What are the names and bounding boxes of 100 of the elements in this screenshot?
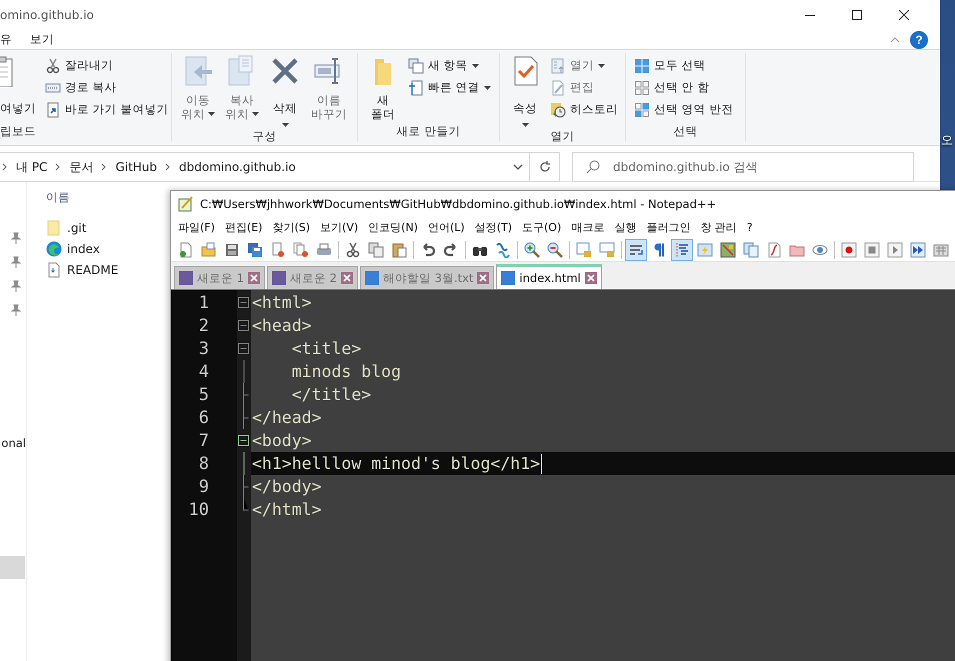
code-line: <html> (251, 293, 312, 312)
minimize-icon (804, 14, 814, 16)
menu-item[interactable]: 보기(V) (315, 220, 364, 235)
pin-icon[interactable] (11, 280, 21, 292)
tab-close-button[interactable] (340, 272, 353, 284)
file-name[interactable]: README (67, 262, 118, 276)
word-wrap-button[interactable] (625, 238, 647, 260)
indent-guide-icon (674, 242, 690, 258)
menu-item[interactable]: 매크로 (566, 220, 610, 235)
play-icon (887, 242, 903, 258)
line-number: 8 (198, 454, 210, 474)
ribbon-button[interactable]: 바로 가기 붙여넣기 (43, 99, 170, 120)
search-icon (586, 160, 600, 174)
breadcrumb-item[interactable]: 내 PC (16, 158, 48, 176)
ribbon-group-label: 새로 만들기 (396, 124, 460, 139)
collapse-ribbon-icon[interactable] (890, 36, 900, 42)
close-files-icon (293, 242, 309, 258)
ribbon-button[interactable]: 모두 선택 (632, 55, 736, 76)
pin-icon[interactable] (11, 232, 21, 244)
nav-item[interactable]: onal (1, 436, 26, 450)
tab-close-button[interactable] (584, 272, 597, 284)
menu-item[interactable]: 플러그인 (641, 220, 696, 235)
menu-item[interactable]: 설정(T) (470, 220, 517, 235)
file-name[interactable]: .git (67, 220, 86, 234)
help-button[interactable]: ? (910, 30, 928, 48)
printer-icon (316, 242, 332, 258)
fast-forward-icon (910, 242, 926, 258)
file-tab[interactable]: index.html (496, 264, 602, 289)
zoom-out-icon (547, 242, 563, 258)
maximize-icon (852, 10, 862, 20)
ribbon-button[interactable]: 새 항목 (406, 55, 493, 76)
fold-toggle-icon[interactable] (238, 343, 249, 354)
ribbon-group-label: 립보드 (0, 124, 36, 139)
close-icon (898, 10, 908, 20)
chevron-icon (101, 163, 108, 171)
tab-close-button[interactable] (248, 272, 260, 284)
window-title: omino.github.io (0, 8, 95, 22)
menu-item[interactable]: 찾기(S) (267, 220, 316, 235)
fold-toggle-icon[interactable] (238, 320, 249, 331)
ribbon-button[interactable]: 빠른 연결 (406, 77, 493, 98)
line-number: 9 (198, 476, 210, 496)
code-line: </html> (251, 500, 322, 519)
ribbon-button[interactable]: 잘라내기 (43, 55, 170, 76)
menu-item[interactable]: 인코딩(N) (363, 220, 423, 235)
column-header[interactable]: 이름 (46, 190, 118, 205)
ribbon-button[interactable]: 선택 안 함 (632, 77, 736, 98)
desktop-icon-label[interactable]: 오 (941, 132, 953, 149)
menu-item[interactable]: 언어(L) (422, 220, 470, 235)
fold-toggle-icon[interactable] (238, 435, 249, 446)
folder-icon (46, 220, 62, 236)
menu-item[interactable]: 실행 (609, 220, 642, 235)
menu-item[interactable]: 파일(F) (173, 220, 220, 235)
indent-guide-button[interactable] (671, 238, 693, 260)
ribbon-tab[interactable]: 유 (0, 32, 12, 47)
grid-icon (634, 58, 650, 74)
edit-page-icon (550, 80, 566, 96)
menu-item[interactable]: 창 관리 (695, 220, 742, 235)
close-icon (250, 274, 258, 282)
lock-window-icon (576, 242, 592, 258)
address-bar[interactable]: 내 PC 문서 GitHub dbdomino.github.io (0, 152, 530, 182)
ribbon-button[interactable]: 삭제 (266, 53, 304, 129)
ribbon-button[interactable]: 히스토리 (548, 99, 620, 120)
empty-grid-icon (634, 80, 650, 96)
new-file-icon (178, 242, 194, 258)
breadcrumb-item[interactable]: dbdomino.github.io (179, 160, 296, 174)
record-icon (841, 242, 857, 258)
ribbon-button[interactable]: 경로 복사 (43, 77, 170, 98)
new-item-icon (408, 58, 424, 74)
code-editor[interactable]: 1 <html> 2 <head> 3 <title> 4 minods blog 5 </title> 6 </head> 7 <body> 8 <h1>helllow minod's blog</h1> 9 </body> 10 </html> (171, 289, 955, 661)
search-field[interactable]: dbdomino.github.io 검색 (572, 152, 914, 182)
tab-close-button[interactable] (477, 272, 490, 284)
breadcrumb-item[interactable]: 문서 (69, 158, 94, 176)
chevron-icon (55, 163, 62, 171)
ribbon-button[interactable]: 새 폴더 (364, 53, 402, 124)
menu-item[interactable]: ? (742, 221, 758, 234)
close-icon (479, 274, 488, 282)
zoom-in-icon (524, 242, 540, 258)
breadcrumb-item[interactable]: GitHub (115, 160, 158, 174)
redo-icon (443, 242, 459, 258)
ribbon-button[interactable]: 여넣기 (0, 53, 39, 124)
fold-toggle-icon[interactable] (238, 297, 249, 308)
notepad-app-icon (178, 196, 194, 212)
line-number: 1 (198, 292, 210, 312)
refresh-button[interactable] (530, 152, 560, 182)
ribbon-tab[interactable]: 보기 (30, 32, 54, 47)
code-line: </body> (251, 477, 322, 496)
checker-grid-icon (634, 102, 650, 118)
chevron-down-icon[interactable] (513, 164, 523, 170)
ribbon-button[interactable]: 속성 (506, 53, 544, 129)
pin-icon[interactable] (11, 304, 21, 316)
paste-icon (391, 242, 407, 258)
file-name[interactable]: index (67, 242, 100, 256)
ribbon-group-label: 구성 (252, 129, 276, 144)
refresh-icon (538, 161, 550, 173)
menu-item[interactable]: 편집(E) (220, 220, 268, 235)
close-file-icon (270, 242, 286, 258)
pin-icon[interactable] (11, 256, 21, 268)
menu-item[interactable]: 도구(O) (517, 220, 566, 235)
ribbon-button[interactable]: 선택 영역 반전 (632, 99, 736, 120)
function-icon (766, 242, 782, 258)
